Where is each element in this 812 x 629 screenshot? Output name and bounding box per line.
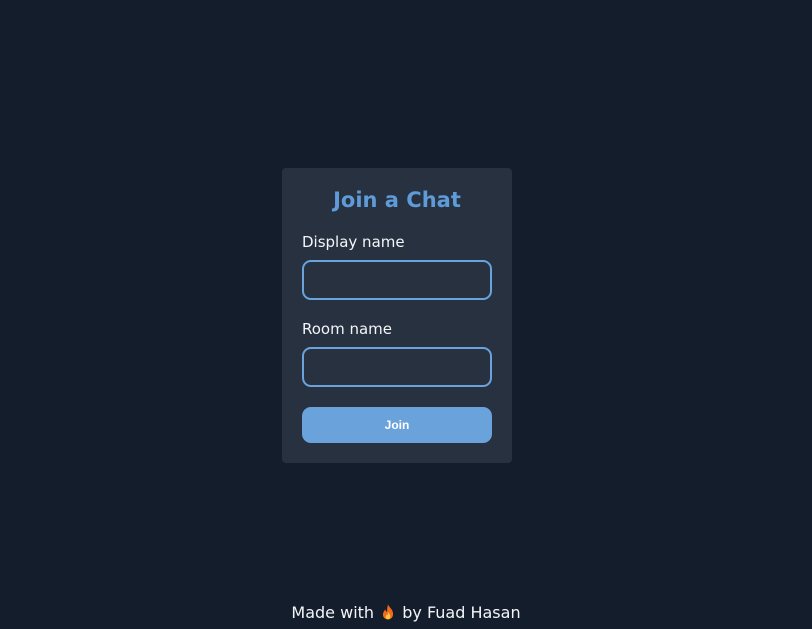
- display-name-label: Display name: [302, 233, 405, 251]
- room-name-input[interactable]: [302, 347, 492, 387]
- footer-credit: Made with by Fuad Hasan: [0, 602, 812, 624]
- room-name-label: Room name: [302, 320, 393, 338]
- display-name-input[interactable]: [302, 260, 492, 300]
- join-chat-card: Join a Chat Display name Room name Join: [282, 168, 512, 463]
- join-button[interactable]: Join: [302, 407, 492, 443]
- footer-prefix: Made with: [291, 603, 375, 622]
- footer-suffix: by Fuad Hasan: [402, 603, 521, 622]
- page-title: Join a Chat: [333, 188, 461, 212]
- fire-icon: [381, 604, 395, 620]
- page: Join a Chat Display name Room name Join …: [0, 0, 812, 629]
